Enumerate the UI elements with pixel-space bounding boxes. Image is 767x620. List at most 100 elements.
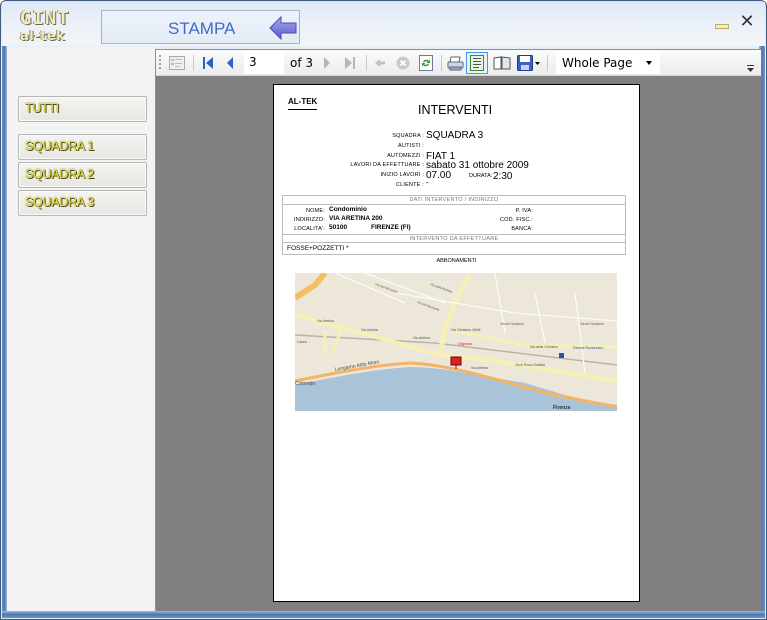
print-layout-button[interactable] [466,52,488,74]
durata-value: 2:30 [493,171,513,182]
toolbar-grip[interactable] [159,55,161,71]
page-setup-button[interactable] [492,54,512,72]
field-value-squadra: SQUADRA 3 [426,130,484,141]
print-icon [447,56,463,70]
report-brand: AL-TEK [288,97,318,110]
stop-button[interactable] [394,54,412,72]
piva-label: P. IVA: [515,208,533,214]
document-map-button[interactable] [168,54,186,72]
print-layout-icon [470,55,484,71]
app-logo: GINT al-tek [18,7,78,45]
toolbar-separator [547,55,548,71]
map-label: Via della Chimera [530,345,558,349]
field-value-cliente: - [426,178,429,187]
back-icon [375,59,385,67]
field-label-automezzi: AUTOMEZZI : [387,153,424,159]
address-section: DATI INTERVENTO / INDIRIZZO NOME: Condom… [282,195,626,255]
logo-top-text: GINT [20,7,70,29]
close-button[interactable]: ✕ [739,11,755,31]
back-arrow-icon[interactable] [268,15,298,41]
address-section-header: DATI INTERVENTO / INDIRIZZO [283,196,625,205]
next-page-button[interactable] [320,54,334,72]
map-label: Via Aretina [471,366,488,370]
toolbar-separator [193,55,194,71]
map-label: Via Aretina [413,336,430,340]
zoom-value: Whole Page [562,56,633,70]
work-description: FOSSE+POZZETTI * [287,245,349,252]
nome-label: NOME: [305,208,325,214]
map-label: Firenze Rovezzano [573,346,603,350]
citta-value: FIRENZE (FI) [371,224,411,231]
map-label: Colombo [295,381,315,387]
map-label: Gignoro [458,341,473,346]
total-pages: 3 [305,56,314,70]
last-page-icon [345,57,355,69]
previous-page-button[interactable] [223,54,237,72]
map-label: Via Aretina [317,319,334,323]
last-page-button[interactable] [342,54,358,72]
banca-label: BANCA: [511,226,533,232]
station-marker [559,353,564,358]
page-of-label: of 3 [290,56,314,70]
toolbar-separator [441,55,442,71]
report-toolbar: 3 of 3 Whole Page [156,50,761,76]
export-icon [517,55,540,71]
first-page-icon [203,57,213,69]
map-label: Via del Guarlone [500,322,524,326]
report-title: INTERVENTI [418,103,493,117]
next-page-icon [324,57,330,69]
title-bar: GINT al-tek STAMPA ✕ [2,2,765,46]
field-value-inizio: 07.00 [426,170,452,181]
sidebar-item-squadra-1[interactable]: SQUADRA 1 [18,134,147,160]
map-label: Firenze [553,405,571,411]
location-map: Via Aretina Via Aretina Via Aretina Via … [295,273,617,411]
stop-icon [396,56,410,70]
field-label-squadra: SQUADRA : [392,133,424,139]
field-label-cliente: CLIENTE : [395,182,424,188]
refresh-icon [419,55,433,71]
header-panel: STAMPA [101,10,300,44]
chevron-down-icon [646,61,652,65]
page-setup-icon [493,56,511,70]
header-title: STAMPA [168,19,236,38]
sidebar-item-tutti[interactable]: TUTTI [18,96,147,122]
map-label: Via Aretina [361,328,378,332]
close-icon: ✕ [739,11,755,31]
minimize-icon [715,24,729,29]
abbonamenti-label: ABBONAMENTI [436,258,477,264]
durata-label: DURATA: [469,173,493,179]
cap-value: 50100 [329,224,348,231]
map-label: Via del Guarlone [580,322,604,326]
previous-page-icon [227,57,233,69]
logo-bottom-text: al-tek [20,29,66,44]
toolbar-separator [366,55,367,71]
nome-value: Condominio [329,206,367,213]
work-section-header: INTERVENTO DA EFFETTUARE [283,234,625,243]
field-label-lavori: LAVORI DA EFFETTUARE : [350,162,424,168]
toolbar-overflow-icon[interactable] [747,64,755,73]
refresh-button[interactable] [417,54,435,72]
indirizzo-value: VIA ARETINA 200 [329,215,383,222]
map-label: Lanza [297,340,307,344]
first-page-button[interactable] [200,54,216,72]
location-marker [450,356,462,366]
app-window: GINT al-tek STAMPA ✕ TUTTI SQUADRA 1 SQU… [0,0,767,620]
indirizzo-label: INDIRIZZO: [293,217,325,223]
export-button[interactable] [516,54,542,72]
back-button[interactable] [372,54,388,72]
sidebar-item-squadra-3[interactable]: SQUADRA 3 [18,190,147,216]
localita-label: LOCALITA': [294,226,325,232]
sidebar: TUTTI SQUADRA 1 SQUADRA 2 SQUADRA 3 [7,47,155,611]
current-page-input[interactable]: 3 [244,52,284,74]
sidebar-item-squadra-2[interactable]: SQUADRA 2 [18,162,147,188]
minimize-button[interactable] [714,14,730,30]
report-canvas[interactable]: AL-TEK INTERVENTI SQUADRA : SQUADRA 3 AU… [156,76,761,611]
zoom-select[interactable]: Whole Page [556,52,660,74]
print-button[interactable] [445,54,465,72]
codfisc-label: COD. FISC.: [499,217,533,223]
window-frame-bottom [2,611,765,618]
map-image: Via Aretina Via Aretina Via Aretina Via … [295,273,617,411]
map-label: Via Girolamo Vitelli [451,328,481,332]
map-label: Via di Rocca Tedalda [515,363,545,367]
field-label-inizio: INIZIO LAVORI : [380,172,424,178]
